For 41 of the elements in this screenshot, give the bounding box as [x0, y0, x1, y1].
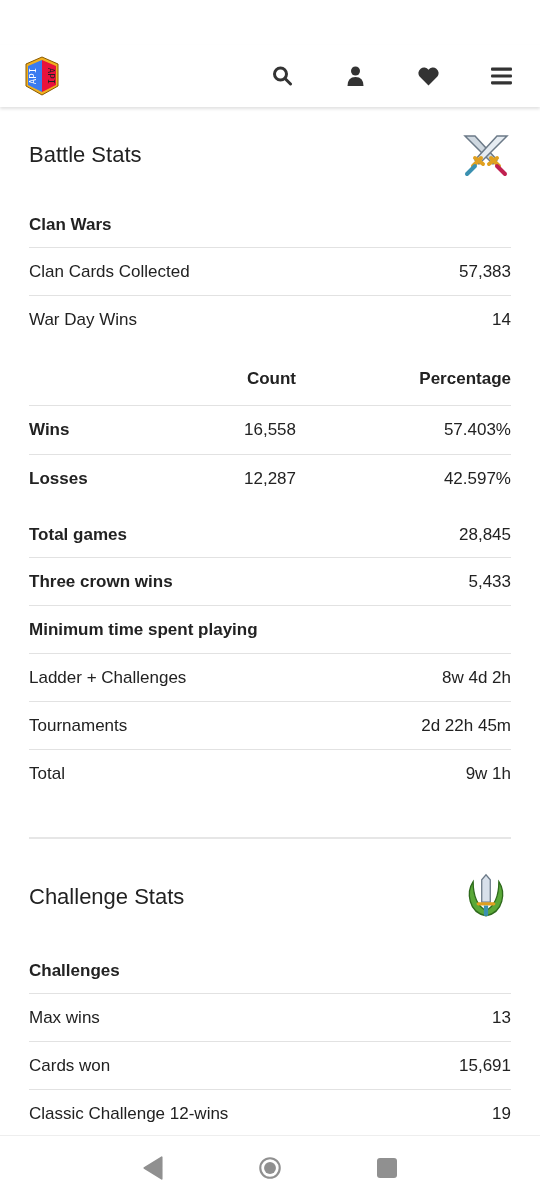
stat-label: Ladder + Challenges [29, 667, 187, 688]
stat-label: Total [29, 763, 65, 784]
subheading: Clan Wars [29, 215, 112, 235]
menu-icon[interactable] [491, 66, 512, 86]
table-cell-text: 16,558 [243, 420, 296, 440]
column-header: Count [245, 369, 296, 389]
table-cell-text: Losses [29, 469, 89, 489]
stat-label: Max wins [29, 1007, 100, 1028]
stat-label: Classic Challenge 12-wins [29, 1103, 229, 1124]
stat-value: 13 [492, 1007, 511, 1028]
table-cell-text: 12,287 [243, 469, 296, 489]
stat-label: Cards won [29, 1055, 111, 1076]
table-cell-text: 42.597% [442, 469, 511, 489]
stat-value: 2d 22h 45m [421, 715, 511, 736]
home-icon[interactable] [259, 1156, 281, 1180]
stat-label: Tournaments [29, 715, 128, 736]
stat-value: 5,433 [468, 571, 511, 592]
subheading: Challenges [29, 961, 120, 981]
search-icon[interactable] [272, 66, 293, 86]
stat-value: 15,691 [459, 1055, 511, 1076]
stat-value: 8w 4d 2h [442, 667, 511, 688]
stat-value: 9w 1h [465, 763, 511, 784]
stat-value: 19 [492, 1103, 511, 1124]
subheading: Minimum time spent playing [29, 619, 258, 640]
stat-label: War Day Wins [29, 309, 137, 330]
stat-value: 57,383 [459, 261, 511, 282]
table-cell-text: 57.403% [442, 420, 511, 440]
back-icon[interactable] [142, 1156, 164, 1180]
stat-label: Total games [29, 525, 127, 545]
stat-value: 14 [492, 309, 511, 330]
stat-value: 28,845 [459, 525, 511, 545]
table-cell-text: Wins [29, 420, 71, 440]
section-title: Battle Stats [29, 142, 142, 168]
logo[interactable]: API API [24, 56, 60, 96]
heart-icon[interactable] [418, 66, 439, 86]
stat-label: Clan Cards Collected [29, 261, 190, 282]
section-title: Challenge Stats [29, 884, 185, 910]
recent-apps-icon[interactable] [376, 1156, 398, 1180]
user-icon[interactable] [345, 66, 366, 86]
column-header: Percentage [418, 369, 511, 389]
stat-label: Three crown wins [29, 571, 173, 592]
